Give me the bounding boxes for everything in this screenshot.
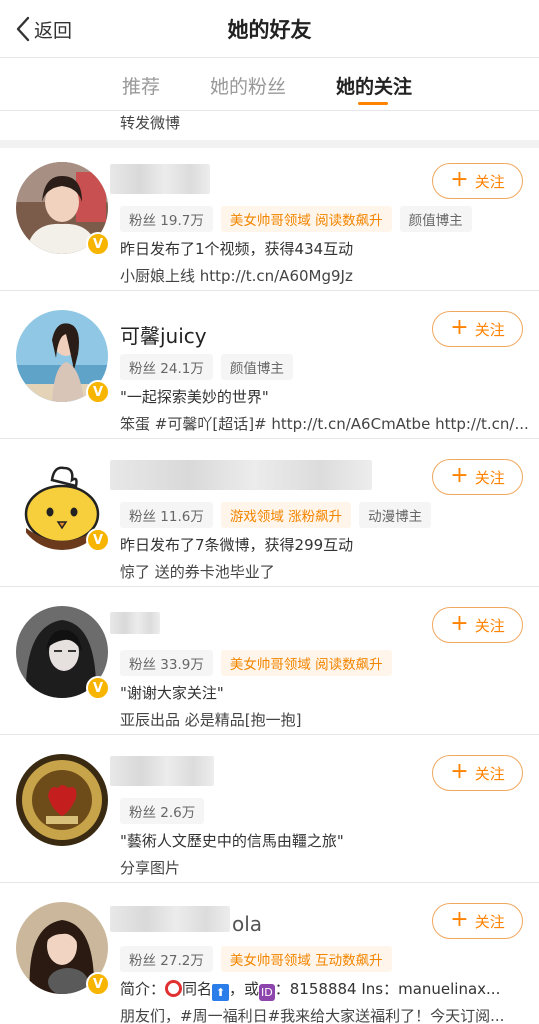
latest-post-text: 朋友们，#周一福利日#我来给大家送福利了！今天订阅... <box>120 1007 505 1024</box>
bio-text: "谢谢大家关注" <box>120 684 224 702</box>
domain-tag: 美女帅哥领域 阅读数飙升 <box>220 206 392 232</box>
follow-button[interactable]: + 关注 <box>432 755 523 791</box>
previous-item-tail: 转发微博 <box>120 114 181 132</box>
item-divider <box>0 882 539 883</box>
list-item[interactable]: V 粉丝 11.6万 游戏领域 涨粉飙升 动漫博主 昨日发布了7条微博，获得29… <box>0 444 539 584</box>
plus-icon: + <box>450 315 469 340</box>
tab-her-following[interactable]: 她的关注 <box>336 72 412 99</box>
domain-tag: 游戏领域 涨粉飙升 <box>220 502 352 528</box>
latest-post-text: 小厨娘上线 http://t.cn/A60Mg9Jz <box>120 267 353 285</box>
list-separator <box>0 140 539 148</box>
follow-button[interactable]: + 关注 <box>432 311 523 347</box>
follow-button[interactable]: + 关注 <box>432 607 523 643</box>
bio-text: 简介： 同名 ⬆ ，或 ID ：8158884 Ins：manuelinax... <box>120 980 501 1001</box>
avatar[interactable]: V <box>16 458 110 552</box>
artwork-avatar <box>16 754 108 846</box>
id-badge-icon: ID <box>259 984 275 1001</box>
tab-her-fans[interactable]: 她的粉丝 <box>210 72 286 99</box>
item-divider <box>0 586 539 587</box>
latest-post-text: 惊了 送的券卡池毕业了 <box>120 563 275 581</box>
list-item[interactable]: V 粉丝 33.9万 美女帅哥领域 阅读数飙升 "谢谢大家关注" 亚辰出品 必是… <box>0 592 539 732</box>
bio-text: "藝術人文歷史中的信馬由韁之旅" <box>120 832 344 850</box>
category-tag: 动漫博主 <box>359 502 432 528</box>
follow-button[interactable]: + 关注 <box>432 459 523 495</box>
blurred-username <box>110 612 160 634</box>
verified-badge-icon: V <box>86 528 110 552</box>
plus-icon: + <box>450 759 469 784</box>
avatar[interactable] <box>16 754 108 846</box>
blurred-username <box>110 164 210 194</box>
verified-badge-icon: V <box>86 676 110 700</box>
up-arrow-icon: ⬆ <box>212 984 230 1001</box>
verified-badge-icon: V <box>86 232 110 256</box>
plus-icon: + <box>450 463 469 488</box>
fans-count: 粉丝 19.7万 <box>120 206 213 232</box>
fans-count: 粉丝 24.1万 <box>120 354 213 380</box>
fans-count: 粉丝 2.6万 <box>120 798 205 824</box>
latest-post-text: 分享图片 <box>120 859 181 877</box>
avatar[interactable]: V <box>16 310 110 404</box>
blurred-username <box>110 460 372 490</box>
latest-post-text: 笨蛋 #可馨吖[超话]# http://t.cn/A6CmAtbe http:/… <box>120 415 529 433</box>
verified-badge-icon: V <box>86 380 110 404</box>
domain-tag: 美女帅哥领域 互动数飙升 <box>220 946 392 972</box>
top-nav-bar: 返回 她的好友 <box>0 0 539 58</box>
category-tag: 颜值博主 <box>220 354 293 380</box>
fans-count: 粉丝 11.6万 <box>120 502 213 528</box>
domain-tag: 美女帅哥领域 阅读数飙升 <box>220 650 392 676</box>
username-visible-part[interactable]: ola <box>232 912 262 936</box>
plus-icon: + <box>450 611 469 636</box>
plus-icon: + <box>450 907 469 932</box>
list-item[interactable]: V 可馨juicy 粉丝 24.1万 颜值博主 "一起探索美妙的世界" 笨蛋 #… <box>0 296 539 436</box>
item-divider <box>0 734 539 735</box>
latest-post-text: 亚辰出品 必是精品[抱一抱] <box>120 711 302 729</box>
verified-badge-icon: V <box>86 972 110 996</box>
item-divider <box>0 438 539 439</box>
tab-bar: 推荐 她的粉丝 她的关注 <box>0 58 539 112</box>
fans-count: 粉丝 33.9万 <box>120 650 213 676</box>
follow-button[interactable]: + 关注 <box>432 163 523 199</box>
avatar[interactable]: V <box>16 606 110 700</box>
blurred-username <box>110 756 214 786</box>
active-tab-indicator <box>358 102 388 105</box>
activity-text: 昨日发布了1个视频，获得434互动 <box>120 240 354 258</box>
list-item[interactable]: V 粉丝 19.7万 美女帅哥领域 阅读数飙升 颜值博主 昨日发布了1个视频，获… <box>0 148 539 288</box>
username[interactable]: 可馨juicy <box>120 320 207 349</box>
list-item[interactable]: 粉丝 2.6万 "藝術人文歷史中的信馬由韁之旅" 分享图片 + 关注 <box>0 740 539 880</box>
list-item[interactable]: V ola 粉丝 27.2万 美女帅哥领域 互动数飙升 简介： 同名 ⬆ ，或 ID ：8… <box>0 888 539 1024</box>
plus-icon: + <box>450 167 469 192</box>
red-circle-icon <box>165 980 183 997</box>
item-divider <box>0 290 539 291</box>
avatar[interactable]: V <box>16 162 110 256</box>
activity-text: 昨日发布了7条微博，获得299互动 <box>120 536 354 554</box>
bio-text: "一起探索美妙的世界" <box>120 388 269 406</box>
page-title: 她的好友 <box>227 18 312 42</box>
blurred-username <box>110 906 230 932</box>
category-tag: 颜值博主 <box>399 206 472 232</box>
tab-recommend[interactable]: 推荐 <box>122 72 160 99</box>
fans-count: 粉丝 27.2万 <box>120 946 213 972</box>
tabs-divider <box>0 110 539 111</box>
avatar[interactable]: V <box>16 902 110 996</box>
follow-button[interactable]: + 关注 <box>432 903 523 939</box>
